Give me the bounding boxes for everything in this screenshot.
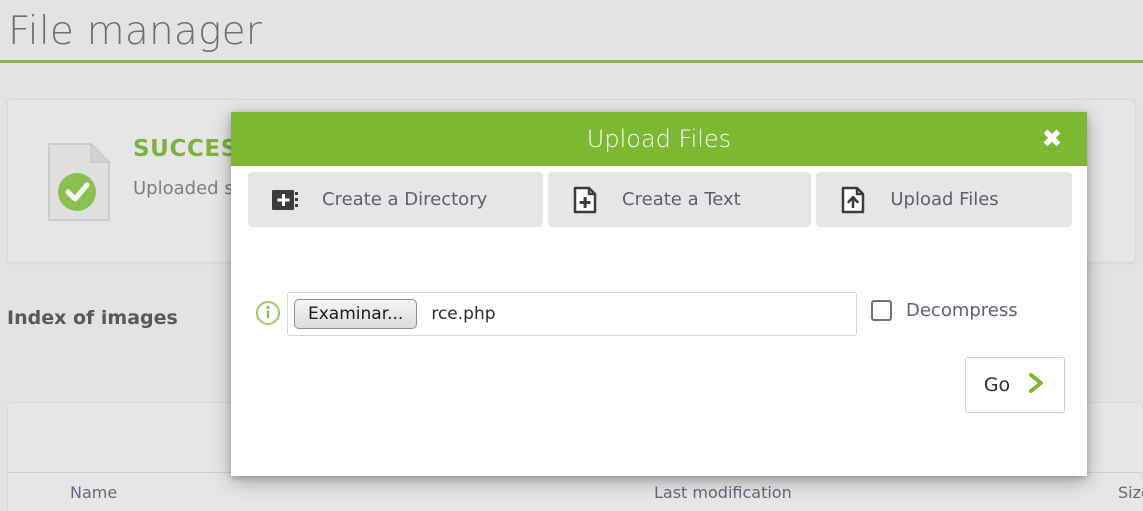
tab-label-create-a-text: Create a Text xyxy=(622,189,741,210)
selected-file-name: rce.php xyxy=(431,304,496,324)
browse-button[interactable]: Examinar... xyxy=(294,299,418,329)
chevron-right-icon xyxy=(1026,371,1046,400)
tab-create-a-text[interactable]: Create a Text xyxy=(548,172,812,227)
column-header-size[interactable]: Size xyxy=(1118,483,1143,502)
column-header-last-modification[interactable]: Last modification xyxy=(654,483,792,502)
upload-files-modal: Upload Files ✖ Create a Directory Create… xyxy=(231,112,1087,476)
modal-title: Upload Files xyxy=(586,125,732,153)
file-plus-icon xyxy=(570,185,600,215)
tab-upload-files[interactable]: Upload Files xyxy=(816,172,1072,227)
column-header-name[interactable]: Name xyxy=(70,483,117,502)
decompress-label: Decompress xyxy=(906,300,1018,321)
go-button[interactable]: Go xyxy=(965,357,1065,413)
decompress-checkbox[interactable] xyxy=(871,300,892,321)
modal-tabs: Create a Directory Create a Text Upload … xyxy=(248,172,1072,227)
app-header: File manager xyxy=(0,0,1143,63)
file-upload-row: Examinar... rce.php Decompress xyxy=(231,292,1087,340)
file-input[interactable]: Examinar... rce.php xyxy=(287,292,857,336)
close-icon[interactable]: ✖ xyxy=(1039,126,1065,152)
file-manager-page: File manager SUCCESS Uploaded su Index o… xyxy=(0,0,1143,511)
decompress-option[interactable]: Decompress xyxy=(871,300,1018,321)
document-check-icon xyxy=(47,141,112,222)
folder-plus-icon xyxy=(270,185,300,215)
tab-label-create-a-directory: Create a Directory xyxy=(322,189,488,210)
tab-create-a-directory[interactable]: Create a Directory xyxy=(248,172,544,227)
index-heading: Index of images xyxy=(7,307,178,329)
info-circle-icon xyxy=(255,300,281,326)
go-button-label: Go xyxy=(983,374,1011,396)
tab-label-upload-files: Upload Files xyxy=(890,189,999,210)
file-table-header-row: Name Last modification Size xyxy=(8,472,1143,511)
file-upload-icon xyxy=(838,185,868,215)
modal-header: Upload Files ✖ xyxy=(231,112,1087,166)
page-title: File manager xyxy=(8,9,262,54)
